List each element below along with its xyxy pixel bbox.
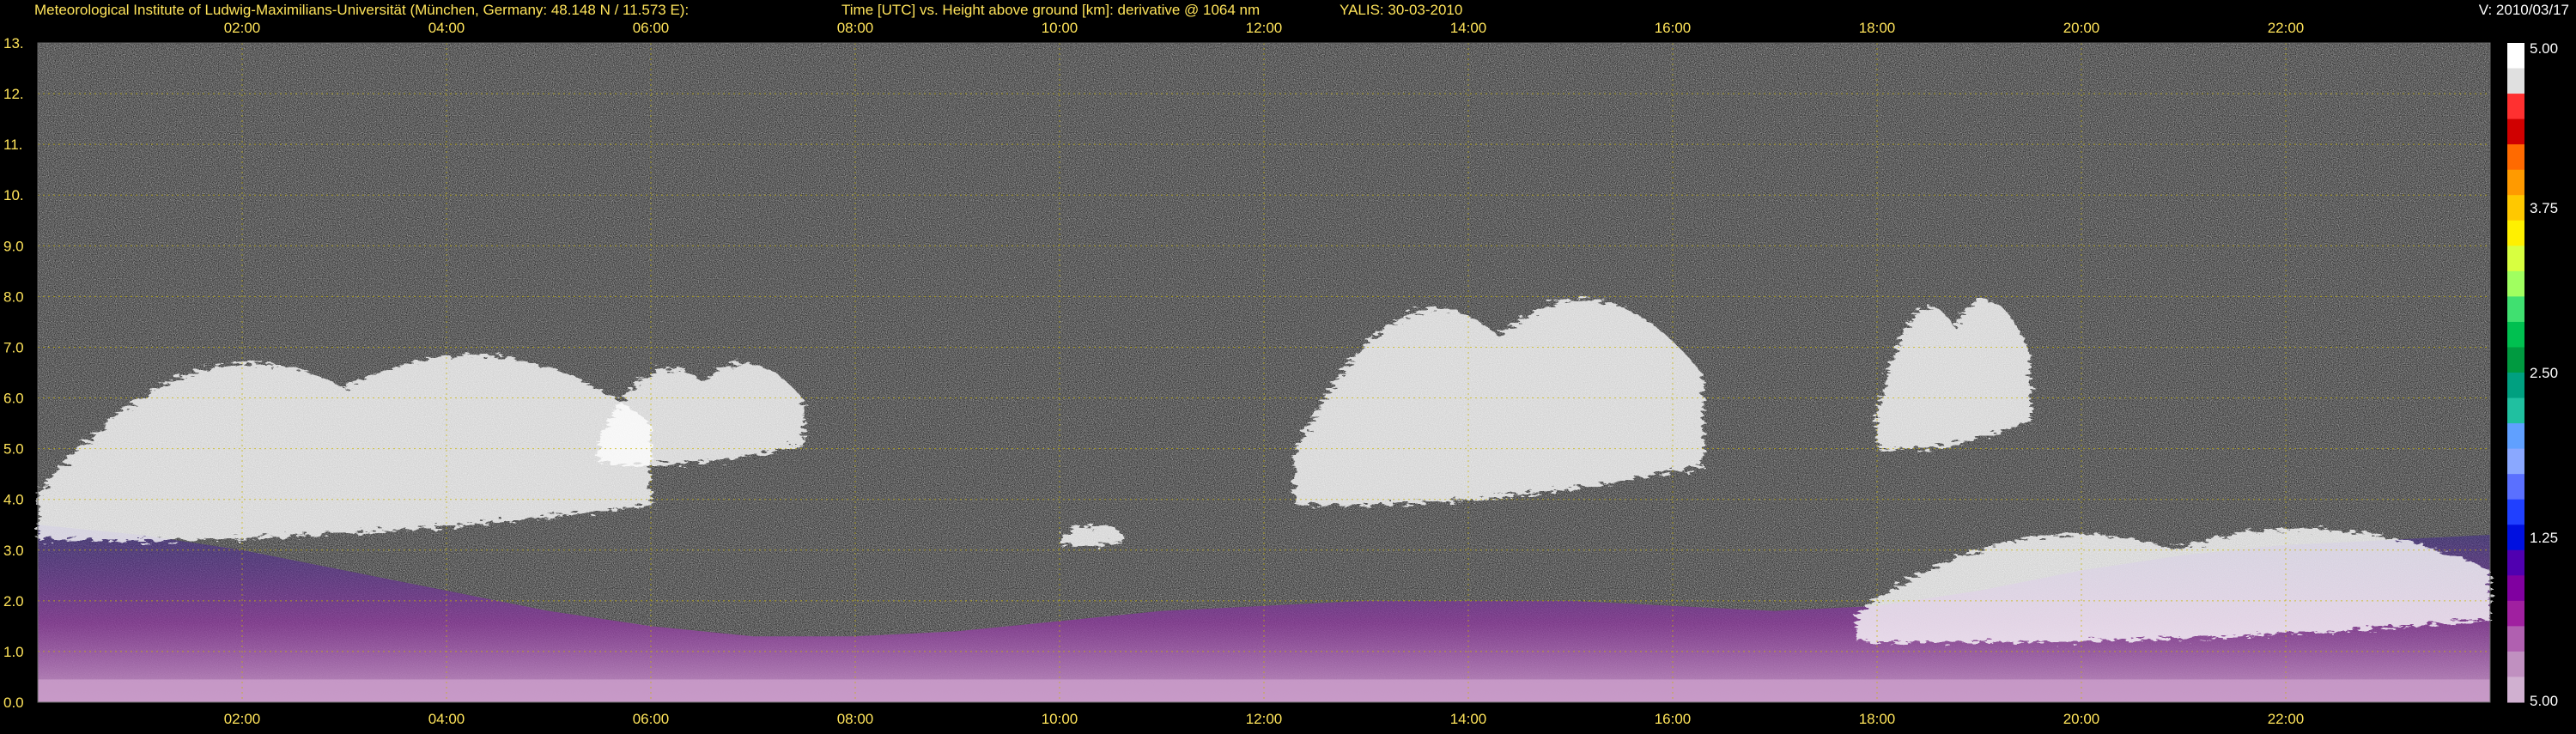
colorbar-segment (2507, 118, 2524, 145)
colorbar-segment (2507, 626, 2524, 652)
x-tick-label-top: 12:00 (1246, 20, 1283, 36)
colorbar-label: 3.75 (2530, 200, 2558, 216)
x-tick-label-top: 08:00 (837, 20, 874, 36)
y-tick-label: 7.0 (3, 339, 24, 355)
colorbar-label: 5.00 (2530, 693, 2558, 709)
colorbar-segment (2507, 397, 2524, 424)
y-tick-label: 9.0 (3, 238, 24, 254)
x-tick-label: 20:00 (2063, 711, 2100, 727)
chart-title: Time [UTC] vs. Height above ground [km]:… (841, 2, 1261, 18)
colorbar-segment (2507, 651, 2524, 677)
y-tick-label: 10. (3, 187, 24, 203)
colorbar-segment (2507, 144, 2524, 171)
y-tick-label: 0.0 (3, 695, 24, 711)
y-tick-label: 4.0 (3, 492, 24, 508)
x-tick-label-top: 22:00 (2268, 20, 2305, 36)
y-tick-label: 1.0 (3, 644, 24, 660)
colorbar-label: 2.50 (2530, 365, 2558, 381)
colorbar-segment (2507, 373, 2524, 399)
x-tick-label-top: 02:00 (224, 20, 261, 36)
colorbar-segment (2507, 321, 2524, 348)
colorbar-segment (2507, 246, 2524, 272)
colorbar-segment (2507, 474, 2524, 500)
colorbar-label: 5.00 (2530, 40, 2558, 57)
colorbar-segment (2507, 195, 2524, 221)
instrument-date: YALIS: 30-03-2010 (1340, 2, 1463, 18)
x-tick-label-top: 04:00 (428, 20, 465, 36)
x-tick-label-top: 10:00 (1042, 20, 1078, 36)
colorbar-segment (2507, 525, 2524, 551)
lidar-plot: 02:00 02:00 04:00 04:00 06:00 06:00 08:00 08:00… (0, 0, 2576, 730)
colorbar-segment (2507, 676, 2524, 703)
colorbar-segment (2507, 600, 2524, 627)
y-tick-label: 8.0 (3, 288, 24, 305)
version-label: V: 2010/03/17 (2478, 2, 2569, 18)
x-tick-label: 14:00 (1450, 711, 1487, 727)
colorbar-segment (2507, 549, 2524, 576)
x-tick-label: 16:00 (1655, 711, 1692, 727)
x-tick-label-top: 20:00 (2063, 20, 2100, 36)
colorbar-segment (2507, 169, 2524, 196)
x-tick-label-top: 14:00 (1450, 20, 1487, 36)
y-tick-label: 3.0 (3, 543, 24, 559)
x-tick-label-top: 18:00 (1859, 20, 1896, 36)
x-tick-label: 12:00 (1246, 711, 1283, 727)
x-tick-label: 08:00 (837, 711, 874, 727)
colorbar-segment (2507, 347, 2524, 373)
colorbar-segment (2507, 499, 2524, 525)
colorbar-label: 1.25 (2530, 530, 2558, 546)
lidar-heatmap-chart: 02:00 02:00 04:00 04:00 06:00 06:00 08:00 08:00… (3, 20, 2558, 727)
colorbar-segment (2507, 220, 2524, 246)
colorbar-segment (2507, 423, 2524, 450)
x-tick-label: 06:00 (633, 711, 670, 727)
colorbar-segment (2507, 270, 2524, 297)
y-tick-label: 13. (3, 35, 24, 52)
colorbar-segment (2507, 68, 2524, 94)
y-tick-label: 12. (3, 86, 24, 102)
colorbar-segment (2507, 94, 2524, 120)
institute-title: Meteorological Institute of Ludwig-Maxim… (34, 2, 690, 18)
colorbar-segment (2507, 43, 2524, 70)
y-tick-label: 11. (3, 136, 22, 153)
x-tick-label: 10:00 (1042, 711, 1078, 727)
colorbar-segment (2507, 296, 2524, 323)
x-tick-label: 18:00 (1859, 711, 1896, 727)
y-tick-label: 2.0 (3, 593, 24, 610)
x-tick-label-top: 06:00 (633, 20, 670, 36)
y-tick-label: 6.0 (3, 391, 24, 407)
x-tick-label-top: 16:00 (1655, 20, 1692, 36)
colorbar-segment (2507, 575, 2524, 602)
x-tick-label: 02:00 (224, 711, 261, 727)
x-tick-label: 04:00 (428, 711, 465, 727)
x-tick-label: 22:00 (2268, 711, 2305, 727)
y-tick-label: 5.0 (3, 441, 24, 458)
colorbar-segment (2507, 448, 2524, 475)
